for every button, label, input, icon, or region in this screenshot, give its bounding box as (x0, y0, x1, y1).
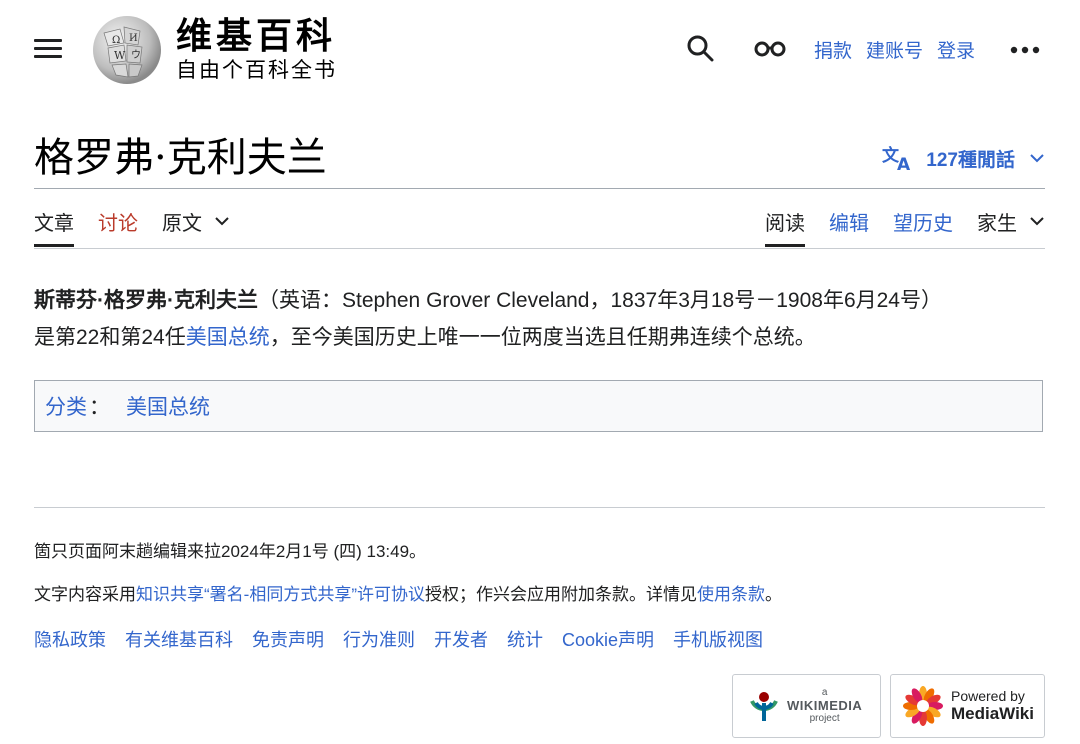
tab-article-label: 文章 (34, 212, 74, 235)
category-item-us-presidents[interactable]: 美国总统 (126, 391, 210, 421)
svg-text:A: A (897, 155, 911, 172)
svg-text:ウ: ウ (131, 49, 141, 61)
footer-link-disclaimer[interactable]: 免责声明 (252, 626, 324, 652)
categories-link[interactable]: 分类 (45, 391, 87, 421)
footer-divider (34, 507, 1045, 508)
view-tabs: 阅读 编辑 望历史 家生 (765, 208, 1045, 247)
cc-license-link[interactable]: 知识共享“署名-相同方式共享”许可协议 (136, 585, 425, 604)
footer-link-about[interactable]: 有关维基百科 (125, 626, 233, 652)
tab-history[interactable]: 望历史 (893, 208, 953, 247)
mediawiki-flower-icon (903, 686, 943, 726)
license-suffix: 。 (764, 585, 782, 604)
lead-text-2: 是第22和第24任 (34, 326, 186, 349)
lead-text-1: （英语：Stephen Grover Cleveland，1837年3月18号－… (258, 289, 942, 312)
wikimedia-project-badge[interactable]: a WIKIMEDIA project (732, 674, 881, 738)
wikimedia-logo-icon (750, 692, 778, 721)
powered-by-mediawiki-badge[interactable]: Powered by MediaWiki (890, 674, 1045, 738)
namespace-tabs: 文章 讨论 原文 (34, 208, 230, 247)
menu-icon[interactable] (34, 36, 62, 60)
page: Ω И W ウ 维基百科 自由个百科全书 捐款 建账号 登录 格罗弗·克利夫兰 … (0, 0, 1080, 744)
svg-text:Ω: Ω (112, 35, 120, 46)
watchlist-icon[interactable] (754, 38, 786, 60)
footer-link-code-of-conduct[interactable]: 行为准则 (343, 626, 415, 652)
search-icon[interactable] (686, 34, 714, 62)
footer-link-statistics[interactable]: 统计 (507, 626, 543, 652)
article-body: 斯蒂芬·格罗弗·克利夫兰（英语：Stephen Grover Cleveland… (34, 282, 1045, 356)
license-mid: 授权；作兴会应用附加条款。详情见 (424, 585, 697, 604)
wikimedia-badge-sub: project (809, 713, 840, 724)
tab-variant[interactable]: 原文 (162, 208, 230, 247)
tab-article[interactable]: 文章 (34, 208, 74, 247)
tab-talk-label: 讨论 (98, 212, 138, 235)
language-count: 127種閒話 (926, 149, 1015, 171)
tab-edit[interactable]: 编辑 (829, 208, 869, 247)
footer-link-developers[interactable]: 开发者 (434, 626, 488, 652)
chevron-down-icon (1030, 217, 1044, 226)
tab-history-label: 望历史 (893, 212, 953, 235)
category-separator: ： (89, 396, 110, 419)
svg-text:И: И (129, 33, 138, 44)
mediawiki-badge-title: MediaWiki (951, 704, 1034, 723)
footer-links: 隐私政策 有关维基百科 免责声明 行为准则 开发者 统计 Cookie声明 手机… (34, 626, 763, 652)
tab-tools[interactable]: 家生 (977, 208, 1045, 247)
page-title: 格罗弗·克利夫兰 (34, 135, 327, 181)
create-account-link[interactable]: 建账号 (866, 36, 923, 63)
footer-link-cookie[interactable]: Cookie声明 (562, 626, 654, 652)
donate-link[interactable]: 捐款 (814, 36, 852, 63)
wikimedia-badge-small: a (821, 687, 828, 698)
header: Ω И W ウ 维基百科 自由个百科全书 捐款 建账号 登录 (0, 0, 1080, 100)
footer-link-privacy[interactable]: 隐私政策 (34, 626, 106, 652)
lead-text-3: ，至今美国历史上唯一一位两度当选且任期弗连续个总统。 (269, 326, 816, 349)
header-links: 捐款 建账号 登录 (814, 36, 975, 63)
language-icon: 文 A (882, 145, 911, 172)
tab-read-label: 阅读 (765, 212, 805, 235)
mediawiki-badge-small: Powered by (951, 688, 1025, 704)
us-president-link[interactable]: 美国总统 (186, 326, 270, 349)
logo-title: 维基百科 (176, 15, 337, 57)
chevron-down-icon (215, 217, 229, 226)
tab-edit-label: 编辑 (829, 212, 869, 235)
footer-link-mobile-view[interactable]: 手机版视图 (673, 626, 763, 652)
svg-text:W: W (114, 49, 126, 62)
license-text: 文字内容采用知识共享“署名-相同方式共享”许可协议授权；作兴会应用附加条款。详情… (34, 580, 782, 605)
wikipedia-logo[interactable]: Ω И W ウ 维基百科 自由个百科全书 (90, 12, 370, 88)
wikimedia-badge-title: WIKIMEDIA (787, 698, 863, 713)
chevron-down-icon (1030, 154, 1044, 163)
language-button[interactable]: 文 A 127種閒話 (882, 144, 1045, 172)
license-prefix: 文字内容采用 (34, 585, 136, 604)
category-box: 分类 ： 美国总统 (34, 380, 1043, 432)
tab-variant-label: 原文 (162, 212, 202, 235)
logo-tagline: 自由个百科全书 (176, 58, 337, 82)
terms-of-use-link[interactable]: 使用条款 (697, 585, 765, 604)
title-row: 格罗弗·克利夫兰 文 A 127種閒話 (34, 128, 1045, 189)
tab-tools-label: 家生 (977, 212, 1017, 235)
article-subject: 斯蒂芬·格罗弗·克利夫兰 (34, 289, 258, 312)
last-edited: 箇只页面阿末趟编辑来拉2024年2月1号 (四) 13:49。 (34, 542, 427, 561)
tab-read[interactable]: 阅读 (765, 208, 805, 247)
more-icon[interactable] (1010, 46, 1040, 54)
page-tabs: 文章 讨论 原文 阅读 编辑 望历史 家生 (34, 198, 1045, 249)
tab-talk[interactable]: 讨论 (98, 208, 138, 247)
login-link[interactable]: 登录 (937, 36, 975, 63)
wikipedia-globe-icon: Ω И W ウ (93, 16, 161, 84)
